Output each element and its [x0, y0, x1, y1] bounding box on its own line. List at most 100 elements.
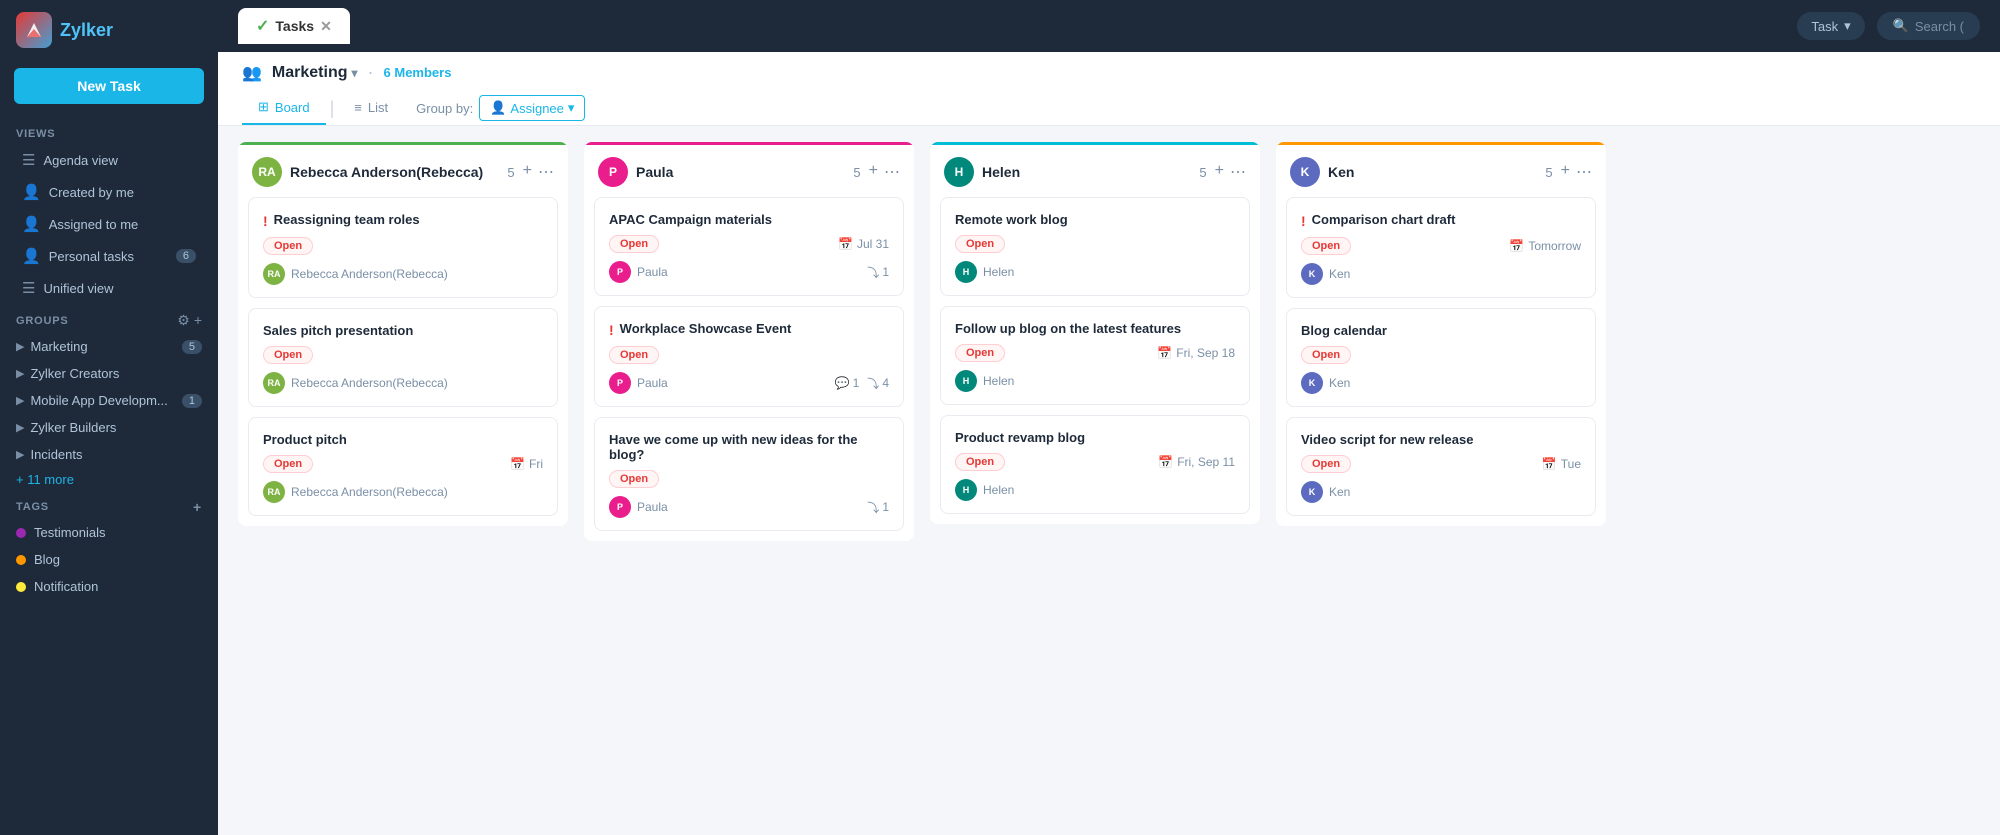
col-header-ken: K Ken 5 + ⋯	[1276, 142, 1606, 197]
card-follow-up-blog[interactable]: Follow up blog on the latest features Op…	[940, 306, 1250, 405]
tag-item-notification[interactable]: Notification	[0, 573, 218, 600]
col-more-icon[interactable]: ⋯	[538, 162, 554, 182]
card-blog-calendar[interactable]: Blog calendar Open K Ken	[1286, 308, 1596, 407]
card-sales-pitch[interactable]: Sales pitch presentation Open RA Rebecca…	[248, 308, 558, 407]
tab-list[interactable]: ≡ List	[338, 92, 404, 125]
views-section-title: VIEWS	[0, 120, 218, 144]
card-title: ! Workplace Showcase Event	[609, 321, 889, 338]
tag-dot-notification	[16, 582, 26, 592]
search-label: Search (	[1915, 19, 1964, 34]
tab-board[interactable]: ⊞ Board	[242, 91, 326, 125]
tab-separator: |	[330, 98, 335, 119]
col-more-icon[interactable]: ⋯	[884, 162, 900, 182]
add-tag-icon[interactable]: +	[193, 499, 202, 515]
card-footer: K Ken	[1301, 372, 1581, 394]
card-assignee: K Ken	[1301, 372, 1350, 394]
task-picker-label: Task	[1811, 19, 1838, 34]
tag-item-testimonials[interactable]: Testimonials	[0, 519, 218, 546]
status-badge: Open	[955, 344, 1005, 362]
card-title: Remote work blog	[955, 212, 1235, 227]
logo-icon	[16, 12, 52, 48]
group-item-mobile-app[interactable]: ▶ Mobile App Developm... 1	[0, 387, 218, 414]
group-item-zylker-creators[interactable]: ▶ Zylker Creators	[0, 360, 218, 387]
card-status: Open 📅 Fri	[263, 455, 543, 473]
col-name-helen: Helen	[982, 164, 1191, 180]
sidebar-item-personal[interactable]: 👤 Personal tasks 6	[6, 240, 212, 272]
card-footer: H Helen	[955, 370, 1235, 392]
date-icon: 📅	[1158, 455, 1173, 469]
card-product-pitch[interactable]: Product pitch Open 📅 Fri RA Rebecca Ande…	[248, 417, 558, 516]
card-assignee: K Ken	[1301, 481, 1350, 503]
card-footer: P Paula ⤵ 1	[609, 496, 889, 518]
topbar-right: Task ▾ 🔍 Search (	[1797, 12, 1980, 40]
date-icon: 📅	[838, 237, 853, 251]
card-remote-work[interactable]: Remote work blog Open H Helen	[940, 197, 1250, 296]
card-counts: ⤵ 1	[867, 499, 889, 516]
col-add-icon[interactable]: +	[1215, 162, 1224, 182]
members-badge[interactable]: 6 Members	[384, 65, 452, 80]
avatar-helen: H	[944, 157, 974, 187]
assignee-avatar: RA	[263, 263, 285, 285]
chevron-icon: ▶	[16, 394, 24, 407]
task-picker[interactable]: Task ▾	[1797, 12, 1864, 40]
priority-icon: !	[263, 213, 268, 229]
project-name[interactable]: Marketing ▾	[272, 64, 358, 82]
task-picker-chevron: ▾	[1844, 18, 1851, 34]
card-reassigning[interactable]: ! Reassigning team roles Open RA Rebecca…	[248, 197, 558, 298]
topbar-left: ✓ Tasks ✕	[238, 8, 350, 44]
priority-icon: !	[609, 322, 614, 338]
new-task-button[interactable]: New Task	[14, 68, 204, 104]
status-badge: Open	[955, 235, 1005, 253]
col-add-icon[interactable]: +	[869, 162, 878, 182]
sidebar-item-unified[interactable]: ☰ Unified view	[6, 272, 212, 304]
tasks-tab-close: ✕	[320, 18, 332, 35]
logo-area: Zylker	[0, 0, 218, 60]
add-group-icon[interactable]: +	[194, 312, 202, 329]
sidebar-item-created[interactable]: 👤 Created by me	[6, 176, 212, 208]
more-groups-link[interactable]: + 11 more	[0, 468, 218, 491]
project-chevron: ▾	[352, 66, 358, 80]
card-date: 📅 Tomorrow	[1509, 239, 1581, 253]
group-item-marketing[interactable]: ▶ Marketing 5	[0, 333, 218, 360]
col-more-icon[interactable]: ⋯	[1230, 162, 1246, 182]
col-add-icon[interactable]: +	[523, 162, 532, 182]
card-assignee: RA Rebecca Anderson(Rebecca)	[263, 481, 448, 503]
chevron-icon: ▶	[16, 340, 24, 353]
col-actions-paula: + ⋯	[869, 162, 900, 182]
status-badge: Open	[1301, 237, 1351, 255]
assignee-avatar: K	[1301, 372, 1323, 394]
filter-icon[interactable]: ⚙	[177, 312, 190, 329]
card-video-script[interactable]: Video script for new release Open 📅 Tue …	[1286, 417, 1596, 516]
priority-icon: !	[1301, 213, 1306, 229]
card-title: Product revamp blog	[955, 430, 1235, 445]
topbar: ✓ Tasks ✕ Task ▾ 🔍 Search (	[218, 0, 2000, 52]
col-count-paula: 5	[853, 165, 860, 180]
card-workplace[interactable]: ! Workplace Showcase Event Open P Paula	[594, 306, 904, 407]
group-by-select[interactable]: 👤 Assignee ▾	[479, 95, 585, 121]
chevron-icon: ▶	[16, 448, 24, 461]
card-blog-ideas[interactable]: Have we come up with new ideas for the b…	[594, 417, 904, 531]
col-add-icon[interactable]: +	[1561, 162, 1570, 182]
card-product-revamp[interactable]: Product revamp blog Open 📅 Fri, Sep 11 H…	[940, 415, 1250, 514]
col-more-icon[interactable]: ⋯	[1576, 162, 1592, 182]
tag-item-blog[interactable]: Blog	[0, 546, 218, 573]
tasks-tab-icon: ✓	[256, 16, 269, 36]
tasks-tab[interactable]: ✓ Tasks ✕	[238, 8, 350, 44]
sidebar-item-assigned[interactable]: 👤 Assigned to me	[6, 208, 212, 240]
group-item-incidents[interactable]: ▶ Incidents	[0, 441, 218, 468]
search-icon: 🔍	[1893, 18, 1909, 34]
assignee-avatar: H	[955, 261, 977, 283]
card-apac[interactable]: APAC Campaign materials Open 📅 Jul 31 P …	[594, 197, 904, 296]
card-footer: P Paula ⤵ 1	[609, 261, 889, 283]
card-comparison-chart[interactable]: ! Comparison chart draft Open 📅 Tomorrow…	[1286, 197, 1596, 298]
list-icon: ≡	[354, 100, 362, 115]
card-date: 📅 Fri, Sep 18	[1157, 346, 1235, 360]
sidebar-item-agenda[interactable]: ☰ Agenda view	[6, 144, 212, 176]
avatar-paula: P	[598, 157, 628, 187]
search-box[interactable]: 🔍 Search (	[1877, 12, 1980, 40]
card-title: Sales pitch presentation	[263, 323, 543, 338]
subtask-icon: ⤵	[867, 499, 879, 516]
unified-icon: ☰	[22, 279, 35, 297]
group-item-zylker-builders[interactable]: ▶ Zylker Builders	[0, 414, 218, 441]
card-status: Open 📅 Fri, Sep 18	[955, 344, 1235, 362]
